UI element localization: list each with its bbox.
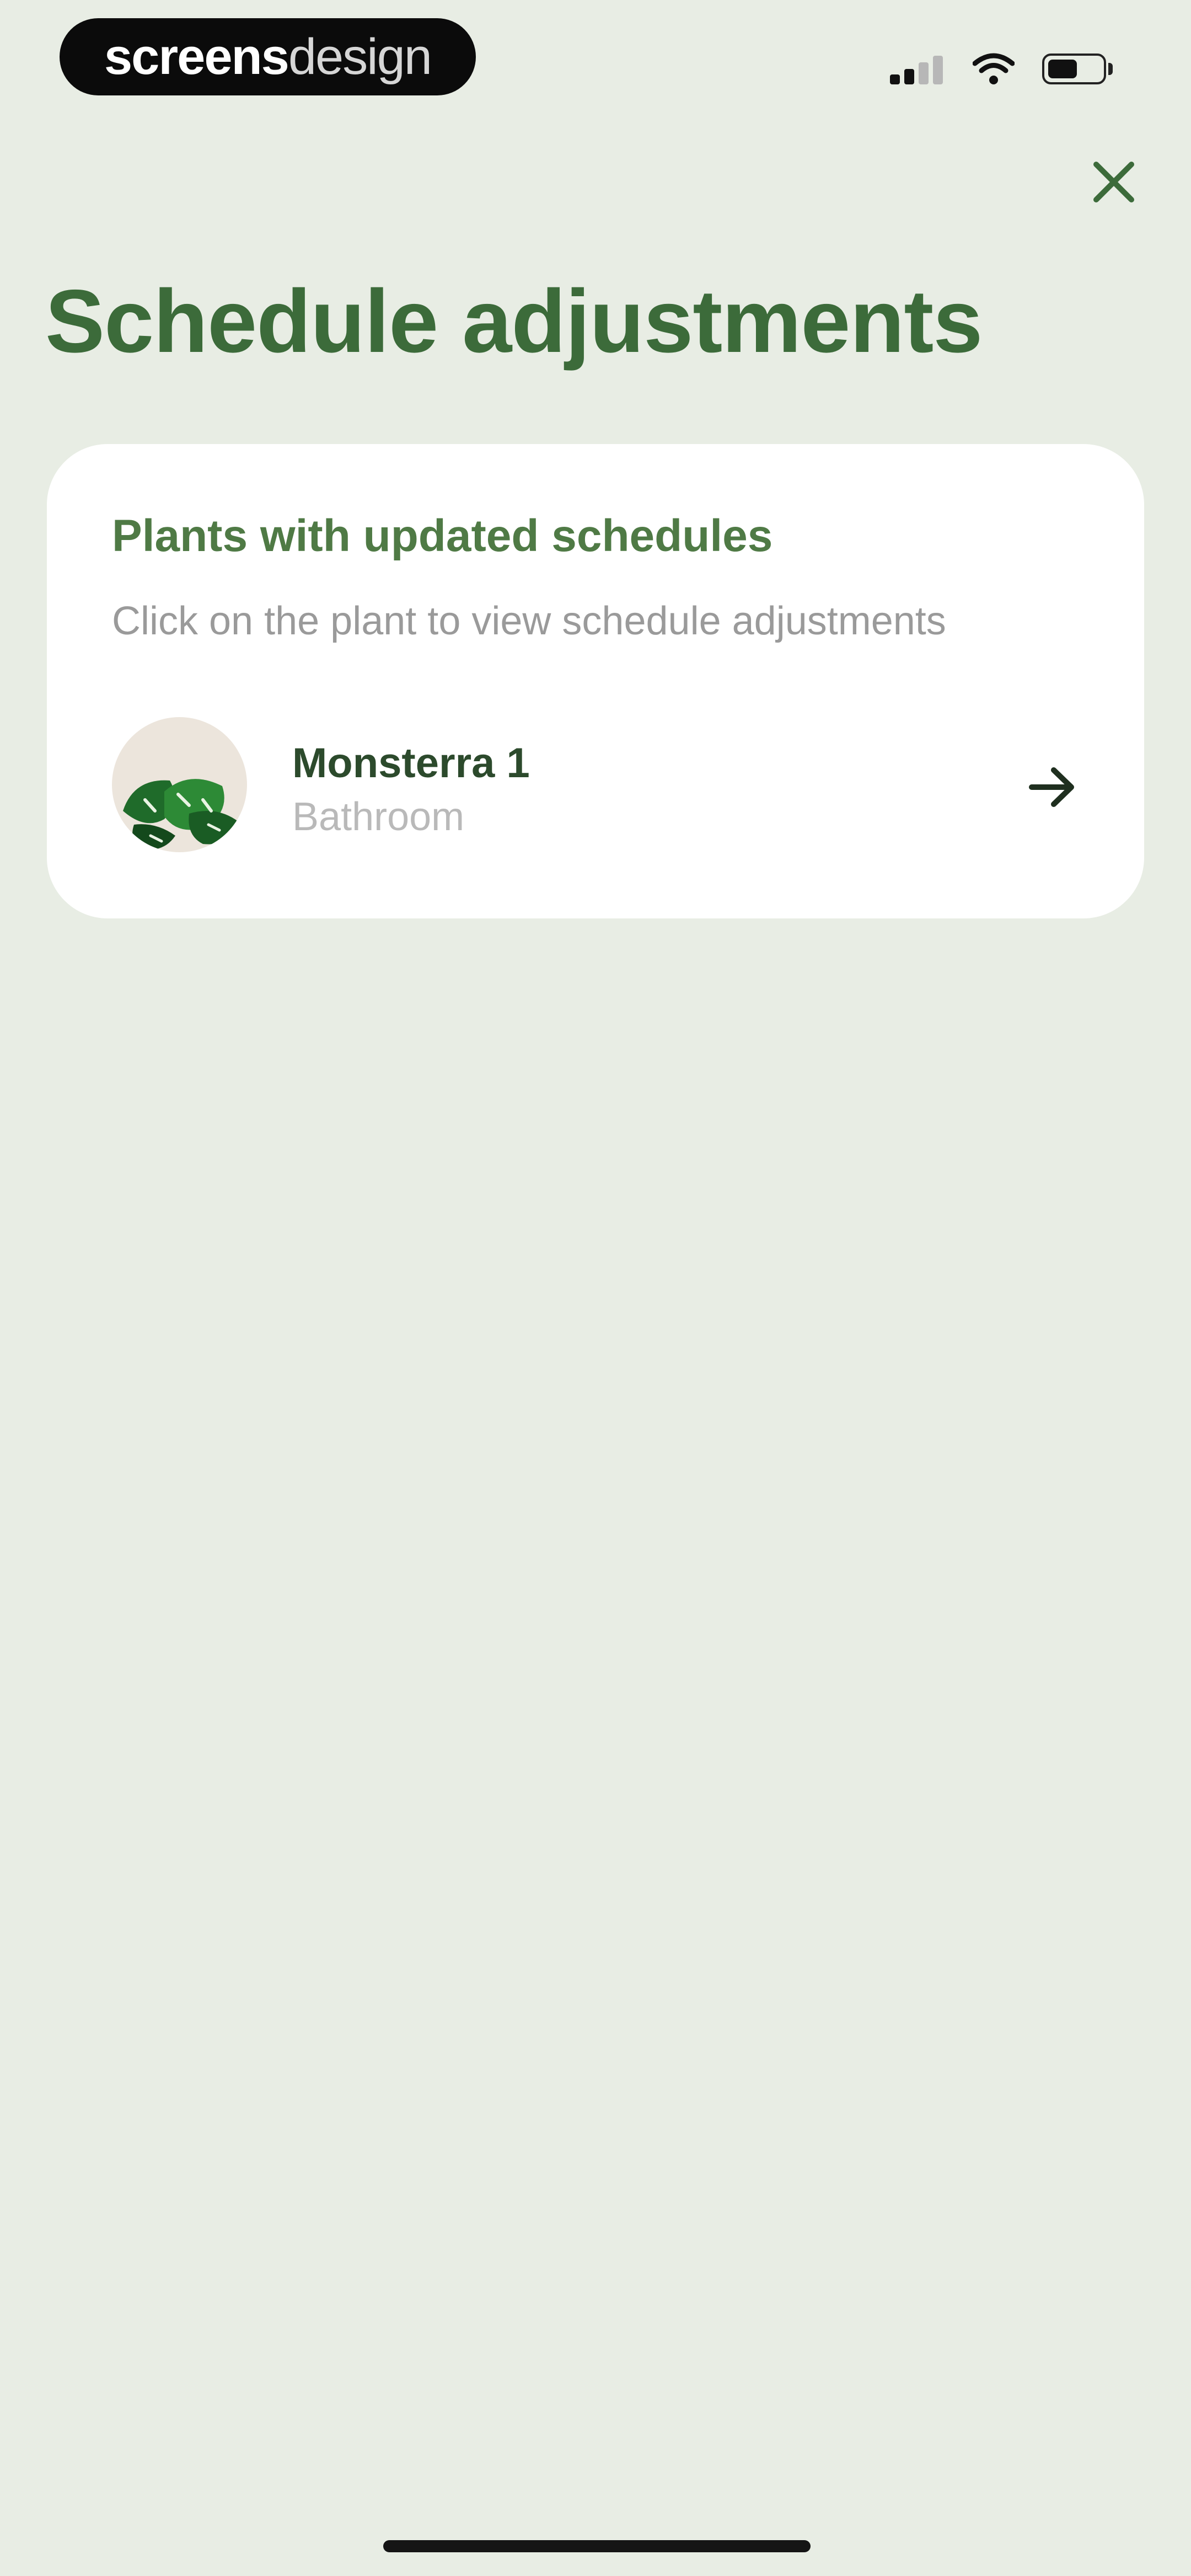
home-indicator[interactable] — [383, 2540, 811, 2552]
brand-badge: screens design — [60, 18, 476, 95]
plant-name: Monsterra 1 — [292, 740, 530, 787]
status-icons — [890, 52, 1114, 85]
monstera-leaf-icon — [123, 779, 239, 850]
close-icon — [1093, 162, 1134, 202]
wifi-icon — [973, 53, 1015, 84]
cellular-signal-icon — [890, 54, 945, 84]
plant-list-item[interactable]: Monsterra 1 Bathroom — [112, 717, 1082, 855]
status-bar: screens design — [0, 0, 1191, 110]
close-button[interactable] — [1083, 152, 1144, 212]
brand-text-light: design — [288, 28, 432, 85]
card-title: Plants with updated schedules — [112, 511, 773, 561]
updated-schedules-card: Plants with updated schedules Click on t… — [47, 444, 1144, 918]
brand-text-bold: screens — [104, 28, 289, 85]
battery-icon — [1042, 52, 1114, 85]
page-title: Schedule adjustments — [45, 271, 983, 371]
plant-room: Bathroom — [292, 795, 465, 839]
battery-level — [1048, 60, 1077, 78]
plant-avatar — [112, 717, 247, 852]
arrow-right-icon[interactable] — [1022, 757, 1082, 817]
card-subtitle: Click on the plant to view schedule adju… — [112, 599, 946, 643]
